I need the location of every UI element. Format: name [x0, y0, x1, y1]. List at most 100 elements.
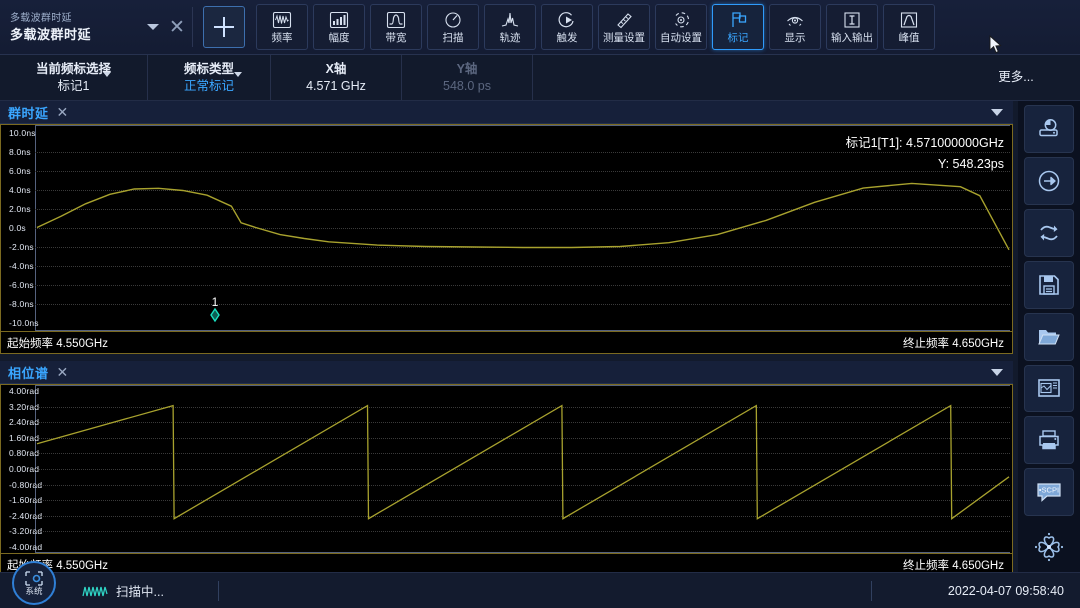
toolbar-item-label: 标记	[728, 32, 749, 44]
toolbar-item-label: 触发	[557, 32, 578, 44]
panel-phase-spectrum: 相位谱 ✕ 4.00rad3.20rad2.40rad1.60rad0.80ra…	[0, 361, 1013, 576]
toolbar-item-display[interactable]: 显示	[769, 4, 821, 50]
measurement-small-label: 多载波群时延	[10, 11, 136, 26]
sweep-icon	[443, 10, 463, 30]
phase-spectrum-graph[interactable]: 4.00rad3.20rad2.40rad1.60rad0.80rad0.00r…	[0, 384, 1013, 554]
measurement-title: 多载波群时延	[10, 26, 136, 44]
screenshot-capture-icon	[1036, 116, 1062, 142]
toolbar-item-frequency[interactable]: 频率	[256, 4, 308, 50]
status-divider	[871, 581, 872, 601]
instrument-app: 多载波群时延 多载波群时延 ✕ 频率 幅度	[0, 0, 1080, 608]
toolbar-item-label: 峰值	[899, 32, 920, 44]
measurement-close-button[interactable]: ✕	[164, 0, 190, 55]
toolbar-item-sweep[interactable]: 扫描	[427, 4, 479, 50]
toolbar-item-input-output[interactable]: 输入输出	[826, 4, 878, 50]
panel-title: 群时延	[8, 103, 49, 122]
rail-button-screenshot[interactable]	[1024, 105, 1074, 153]
param-marker-type[interactable]: 频标类型 正常标记	[148, 55, 271, 100]
rail-button-scpi[interactable]: •SCPI	[1024, 468, 1074, 516]
input-output-icon	[842, 10, 862, 30]
phase-trace-svg	[1, 385, 1012, 553]
system-button[interactable]: 系统	[12, 561, 56, 605]
chevron-down-icon	[103, 72, 111, 77]
param-key: X轴	[326, 61, 347, 78]
status-divider	[218, 581, 219, 601]
parameter-bar: 当前频标选择 标记1 频标类型 正常标记 X轴 4.571 GHz Y轴 548…	[0, 55, 1080, 101]
measurement-title-block[interactable]: 多载波群时延 多载波群时延	[0, 0, 142, 55]
open-folder-icon	[1036, 324, 1062, 350]
group-delay-marker-readout: 标记1[T1]: 4.571000000GHz Y: 548.23ps	[846, 133, 1004, 175]
rail-button-layout[interactable]	[1024, 365, 1074, 413]
rail-button-print[interactable]	[1024, 416, 1074, 464]
status-datetime: 2022-04-07 09:58:40	[948, 584, 1064, 598]
marker-readout-line2: Y: 548.23ps	[846, 154, 1004, 175]
param-x-axis[interactable]: X轴 4.571 GHz	[271, 55, 402, 100]
rail-button-open[interactable]	[1024, 313, 1074, 361]
panel-close-button[interactable]: ✕	[57, 104, 69, 121]
toolbar-item-trigger[interactable]: 触发	[541, 4, 593, 50]
arrow-right-circle-icon	[1036, 168, 1062, 194]
trace-icon	[500, 10, 520, 30]
stop-frequency-label: 终止频率 4.650GHz	[903, 335, 1004, 351]
toolbar-item-label: 输入输出	[831, 32, 873, 44]
toolbar-item-peak[interactable]: 峰值	[883, 4, 935, 50]
start-frequency-label: 起始频率 4.550GHz	[7, 335, 108, 351]
rail-button-save[interactable]	[1024, 261, 1074, 309]
rail-button-refresh[interactable]	[1024, 209, 1074, 257]
panel-collapse-chevron-icon[interactable]	[991, 109, 1003, 116]
status-bar: 系统 扫描中... 2022-04-07 09:58:40	[0, 572, 1080, 608]
toolbar-item-amplitude[interactable]: 幅度	[313, 4, 365, 50]
amplitude-icon	[329, 10, 349, 30]
right-toolbar-rail: •SCPI	[1018, 101, 1080, 572]
auto-setup-icon	[671, 10, 691, 30]
param-key: Y轴	[457, 61, 478, 78]
add-measurement-button[interactable]	[203, 6, 245, 48]
group-delay-graph[interactable]: 10.0ns8.0ns6.0ns4.0ns2.0ns0.0s-2.0ns-4.0…	[0, 124, 1013, 332]
toolbar-item-bandwidth[interactable]: 带宽	[370, 4, 422, 50]
panel-close-button[interactable]: ✕	[57, 364, 69, 381]
toolbar-item-auto-setup[interactable]: 自动设置	[655, 4, 707, 50]
stop-frequency-label: 终止频率 4.650GHz	[903, 557, 1004, 573]
sweep-status: 扫描中...	[82, 581, 164, 600]
panel-title: 相位谱	[8, 363, 49, 382]
rail-button-next[interactable]	[1024, 157, 1074, 205]
param-current-marker-select[interactable]: 当前频标选择 标记1	[0, 55, 148, 100]
toolbar-item-label: 测量设置	[603, 32, 645, 44]
toolbar-item-label: 轨迹	[500, 32, 521, 44]
mouse-cursor-icon	[989, 35, 1003, 55]
toolbar-item-label: 带宽	[386, 32, 407, 44]
group-delay-freq-bar: 起始频率 4.550GHz 终止频率 4.650GHz	[0, 332, 1013, 354]
brand-logo-button[interactable]	[1023, 522, 1075, 572]
toolbar-item-marker[interactable]: 标记	[712, 4, 764, 50]
param-y-axis[interactable]: Y轴 548.0 ps	[402, 55, 533, 100]
system-icon	[25, 571, 43, 586]
param-value: 4.571 GHz	[306, 78, 366, 95]
bandwidth-icon	[386, 10, 406, 30]
toolbar-item-measure-setup[interactable]: 测量设置	[598, 4, 650, 50]
param-more-button[interactable]: 更多...	[952, 55, 1080, 100]
param-key: 频标类型	[184, 61, 234, 78]
toolbar-item-label: 频率	[272, 32, 293, 44]
param-spacer	[533, 55, 952, 100]
toolbar-item-label: 扫描	[443, 32, 464, 44]
chevron-down-icon	[147, 24, 159, 30]
toolbar-item-label: 显示	[785, 32, 806, 44]
peak-icon	[899, 10, 919, 30]
toolbar-item-label: 自动设置	[660, 32, 702, 44]
sweep-wave-icon	[82, 584, 108, 598]
param-value: 标记1	[58, 78, 90, 95]
svg-text:•SCPI: •SCPI	[1039, 486, 1059, 495]
plot-bottom-border	[35, 330, 1010, 331]
panel-group-delay: 群时延 ✕ 10.0ns8.0ns6.0ns4.0ns2.0ns0.0s-2.0…	[0, 101, 1013, 355]
marker-diamond-icon: 1	[207, 293, 223, 323]
flower-logo-icon	[1029, 527, 1069, 567]
param-value: 正常标记	[184, 78, 234, 95]
marker-icon	[728, 10, 748, 30]
toolbar-item-trace[interactable]: 轨迹	[484, 4, 536, 50]
measurement-dropdown-button[interactable]	[142, 0, 164, 55]
panel-collapse-chevron-icon[interactable]	[991, 369, 1003, 376]
chevron-down-icon	[234, 72, 242, 77]
trigger-icon	[557, 10, 577, 30]
panel-group-delay-header: 群时延 ✕	[0, 101, 1013, 124]
toolbar-items: 频率 幅度 带宽 扫描	[256, 4, 935, 50]
